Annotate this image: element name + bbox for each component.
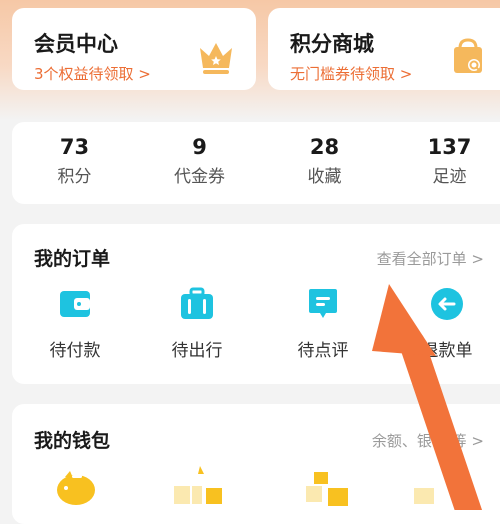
more-services-icon[interactable] (414, 462, 466, 514)
order-refund[interactable]: 退款单 (392, 286, 500, 361)
stat-value: 137 (427, 135, 472, 159)
card-blocks-icon[interactable] (304, 462, 356, 514)
refund-icon (431, 288, 463, 320)
stat-points[interactable]: 73 积分 (12, 134, 137, 188)
points-mall-subtitle[interactable]: 无门槛券待领取 > (290, 63, 412, 84)
comment-icon (309, 289, 337, 318)
stat-label: 足迹 (432, 167, 467, 187)
points-mall-title: 积分商城 (290, 32, 374, 56)
stats-card: 73 积分 9 代金券 28 收藏 137 足迹 (12, 122, 500, 204)
order-label: 待付款 (49, 341, 101, 361)
order-label: 待点评 (297, 341, 349, 361)
orders-card: 我的订单 查看全部订单 > 待付款 待出行 待点评 退款单 (12, 224, 500, 384)
member-center-title: 会员中心 (34, 32, 118, 56)
suitcase-icon (181, 287, 213, 319)
order-pending-payment[interactable]: 待付款 (20, 286, 130, 361)
stat-value: 28 (309, 135, 340, 159)
stat-label: 收藏 (307, 167, 342, 187)
order-pending-review[interactable]: 待点评 (268, 286, 378, 361)
orders-title: 我的订单 (34, 248, 111, 270)
crown-icon (200, 43, 232, 74)
wallet-icon (60, 291, 90, 317)
member-center-card[interactable]: 会员中心 3个权益待领取 > (12, 8, 256, 90)
order-label: 待出行 (171, 341, 223, 361)
stat-favorites[interactable]: 28 收藏 (262, 134, 387, 188)
stat-label: 代金券 (174, 167, 225, 187)
order-label: 退款单 (421, 341, 473, 361)
wallet-detail-link[interactable]: 余额、银 卡等 > (372, 430, 484, 451)
stat-label: 积分 (57, 167, 92, 187)
piggy-bank-icon[interactable] (50, 462, 102, 514)
order-pending-travel[interactable]: 待出行 (142, 286, 252, 361)
stat-vouchers[interactable]: 9 代金券 (137, 134, 262, 188)
shopping-bag-icon (454, 38, 482, 73)
wallet-title: 我的钱包 (34, 430, 111, 452)
points-mall-card[interactable]: 积分商城 无门槛券待领取 > (268, 8, 500, 90)
stat-value: 9 (192, 135, 207, 159)
stat-value: 73 (59, 135, 90, 159)
stat-footprints[interactable]: 137 足迹 (387, 134, 500, 188)
view-all-orders-link[interactable]: 查看全部订单 > (377, 248, 484, 269)
member-center-subtitle[interactable]: 3个权益待领取 > (34, 63, 151, 84)
wallet-card: 我的钱包 余额、银 卡等 > (12, 404, 500, 524)
coupon-blocks-icon[interactable] (170, 462, 222, 514)
